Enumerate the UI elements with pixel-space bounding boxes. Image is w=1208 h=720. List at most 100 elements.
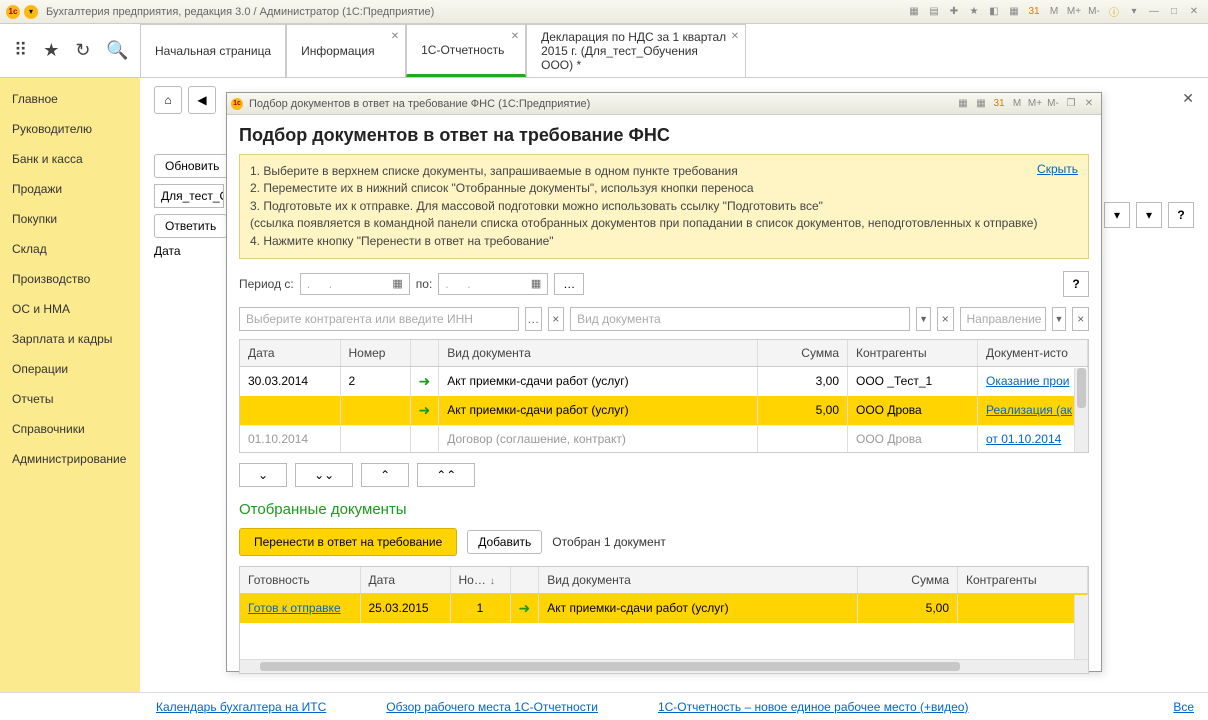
dlg-icon-1[interactable]: ▦ [955, 96, 971, 112]
calendar-icon[interactable]: ▦ [392, 277, 402, 290]
mem-mp[interactable]: M+ [1066, 4, 1082, 20]
history-icon[interactable]: ↻ [75, 40, 90, 61]
nav-directories[interactable]: Справочники [0, 414, 140, 444]
nav-purchases[interactable]: Покупки [0, 204, 140, 234]
tb-icon-2[interactable]: ▤ [926, 4, 942, 20]
tab-vat-declaration[interactable]: Декларация по НДС за 1 квартал 2015 г. (… [526, 24, 746, 77]
calc-icon[interactable]: ▦ [1006, 4, 1022, 20]
nav-main[interactable]: Главное [0, 84, 140, 114]
calendar-icon[interactable]: ▦ [531, 277, 541, 290]
period-from-input[interactable]: . . ▦ [300, 273, 410, 295]
close-icon[interactable]: ✕ [1186, 4, 1202, 20]
info-icon[interactable]: ⓘ [1106, 4, 1122, 20]
horizontal-scrollbar[interactable] [240, 659, 1088, 673]
star-icon[interactable]: ★ [43, 40, 59, 61]
dlg-calc-icon[interactable]: ▦ [973, 96, 989, 112]
footer-link-all[interactable]: Все [1173, 700, 1194, 714]
source-link[interactable]: Оказание прои [986, 374, 1069, 388]
nav-bank[interactable]: Банк и касса [0, 144, 140, 174]
calendar-icon[interactable]: 31 [1026, 4, 1042, 20]
footer-link-calendar[interactable]: Календарь бухгалтера на ИТС [156, 700, 326, 714]
refresh-button[interactable]: Обновить [154, 154, 230, 178]
dlg-close-icon[interactable]: ✕ [1081, 96, 1097, 112]
mem-m[interactable]: M [1046, 4, 1062, 20]
col-date[interactable]: Дата [360, 567, 450, 594]
counterparty-pick[interactable]: … [525, 307, 542, 331]
add-button[interactable]: Добавить [467, 530, 542, 554]
doctype-drop[interactable]: ▼ [916, 307, 931, 331]
maximize-icon[interactable]: □ [1166, 4, 1182, 20]
back-button[interactable]: ⌂ [154, 86, 182, 114]
nav-payroll[interactable]: Зарплата и кадры [0, 324, 140, 354]
footer-link-workplace[interactable]: 1С-Отчетность – новое единое рабочее мес… [658, 700, 969, 714]
transfer-button[interactable]: Перенести в ответ на требование [239, 528, 457, 556]
nav-stock[interactable]: Склад [0, 234, 140, 264]
col-date[interactable]: Дата [240, 340, 340, 367]
readiness-link[interactable]: Готов к отправке [248, 601, 341, 615]
app-menu-icon[interactable]: ▾ [24, 5, 38, 19]
vertical-scrollbar[interactable] [1074, 595, 1088, 659]
favorite-icon[interactable]: ★ [966, 4, 982, 20]
nav-reports[interactable]: Отчеты [0, 384, 140, 414]
nav-assets[interactable]: ОС и НМА [0, 294, 140, 324]
col-sum[interactable]: Сумма [758, 340, 848, 367]
tab-close-icon[interactable]: ✕ [511, 31, 519, 42]
col-counterparty[interactable]: Контрагенты [958, 567, 1088, 594]
expand-button[interactable]: ▾ [1136, 202, 1162, 228]
counterparty-filter[interactable]: Выберите контрагента или введите ИНН [239, 307, 519, 331]
doctype-filter[interactable]: Вид документа [570, 307, 910, 331]
help-button[interactable]: ? [1063, 271, 1089, 297]
tab-info[interactable]: Информация✕ [286, 24, 406, 77]
direction-filter[interactable]: Направление [960, 307, 1046, 331]
tab-close-icon[interactable]: ✕ [731, 31, 739, 42]
tab-home[interactable]: Начальная страница [140, 24, 286, 77]
apps-icon[interactable]: ⠿ [14, 40, 27, 61]
nav-manager[interactable]: Руководителю [0, 114, 140, 144]
tab-1c-reporting[interactable]: 1С-Отчетность✕ [406, 24, 526, 77]
col-readiness[interactable]: Готовность [240, 567, 360, 594]
col-number[interactable]: Но…↓ [450, 567, 510, 594]
move-down-button[interactable]: ⌄ [239, 463, 287, 487]
page-close-icon[interactable]: ✕ [1182, 90, 1194, 107]
doctype-clear[interactable]: × [937, 307, 954, 331]
table-row[interactable]: 01.10.2014 Договор (соглашение, контракт… [240, 425, 1088, 452]
counterparty-clear[interactable]: × [548, 307, 565, 331]
minimize-icon[interactable]: — [1146, 4, 1162, 20]
search-icon[interactable]: 🔍 [106, 40, 128, 61]
tb-icon-3[interactable]: ✚ [946, 4, 962, 20]
source-link[interactable]: Реализация (ак [986, 403, 1072, 417]
col-doctype[interactable]: Вид документа [539, 567, 858, 594]
direction-clear[interactable]: × [1072, 307, 1089, 331]
dlg-restore-icon[interactable]: ❐ [1063, 96, 1079, 112]
dd-icon[interactable]: ▾ [1126, 4, 1142, 20]
col-source[interactable]: Документ-исто [978, 340, 1088, 367]
nav-prev-button[interactable]: ◀ [188, 86, 216, 114]
footer-link-overview[interactable]: Обзор рабочего места 1С-Отчетности [386, 700, 598, 714]
nav-production[interactable]: Производство [0, 264, 140, 294]
col-counterparty[interactable]: Контрагенты [848, 340, 978, 367]
nav-operations[interactable]: Операции [0, 354, 140, 384]
nav-admin[interactable]: Администрирование [0, 444, 140, 474]
dlg-calendar-icon[interactable]: 31 [991, 96, 1007, 112]
table-row-selected[interactable]: Готов к отправке 25.03.2015 1 ➜ Акт прие… [240, 593, 1088, 623]
dlg-mem-mp[interactable]: M+ [1027, 96, 1043, 112]
col-sum[interactable]: Сумма [858, 567, 958, 594]
org-field[interactable]: Для_тест_О [154, 184, 224, 208]
tb-icon-5[interactable]: ◧ [986, 4, 1002, 20]
nav-sales[interactable]: Продажи [0, 174, 140, 204]
dlg-mem-m[interactable]: M [1009, 96, 1025, 112]
move-up-button[interactable]: ⌃ [361, 463, 409, 487]
period-select-button[interactable]: … [554, 273, 584, 295]
more-button[interactable]: ▾ [1104, 202, 1130, 228]
table-row-selected[interactable]: ➜ Акт приемки-сдачи работ (услуг) 5,00 О… [240, 396, 1088, 426]
dlg-mem-mm[interactable]: M- [1045, 96, 1061, 112]
hide-help-link[interactable]: Скрыть [1037, 161, 1078, 178]
col-doctype[interactable]: Вид документа [439, 340, 758, 367]
tab-close-icon[interactable]: ✕ [391, 31, 399, 42]
direction-drop[interactable]: ▼ [1052, 307, 1067, 331]
move-up-all-button[interactable]: ⌃⌃ [417, 463, 475, 487]
table-row[interactable]: 30.03.2014 2 ➜ Акт приемки-сдачи работ (… [240, 366, 1088, 396]
tb-icon-1[interactable]: ▦ [906, 4, 922, 20]
reply-button[interactable]: Ответить [154, 214, 227, 238]
mem-mm[interactable]: M- [1086, 4, 1102, 20]
